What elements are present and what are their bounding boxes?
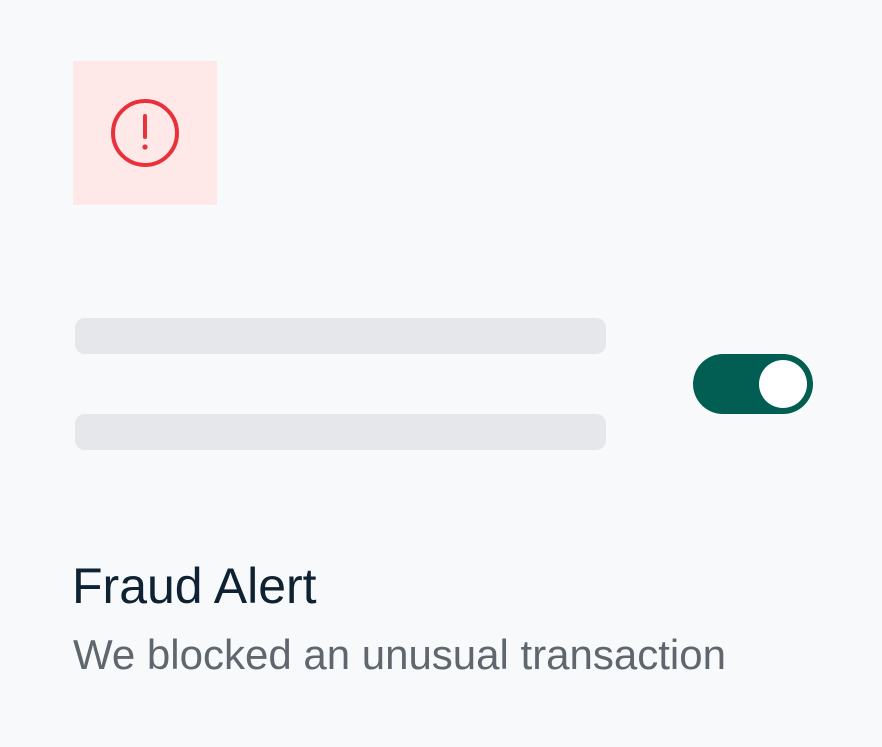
fraud-alert-toggle[interactable] bbox=[693, 354, 813, 414]
alert-circle-icon bbox=[110, 98, 180, 168]
skeleton-line-2 bbox=[75, 414, 606, 450]
alert-title: Fraud Alert bbox=[72, 558, 317, 614]
alert-subtitle: We blocked an unusual transaction bbox=[73, 631, 726, 678]
fraud-alert-card: Fraud Alert We blocked an unusual transa… bbox=[0, 0, 882, 747]
skeleton-line-1 bbox=[75, 318, 606, 354]
alert-icon-tile bbox=[73, 61, 217, 205]
toggle-knob bbox=[759, 360, 807, 408]
